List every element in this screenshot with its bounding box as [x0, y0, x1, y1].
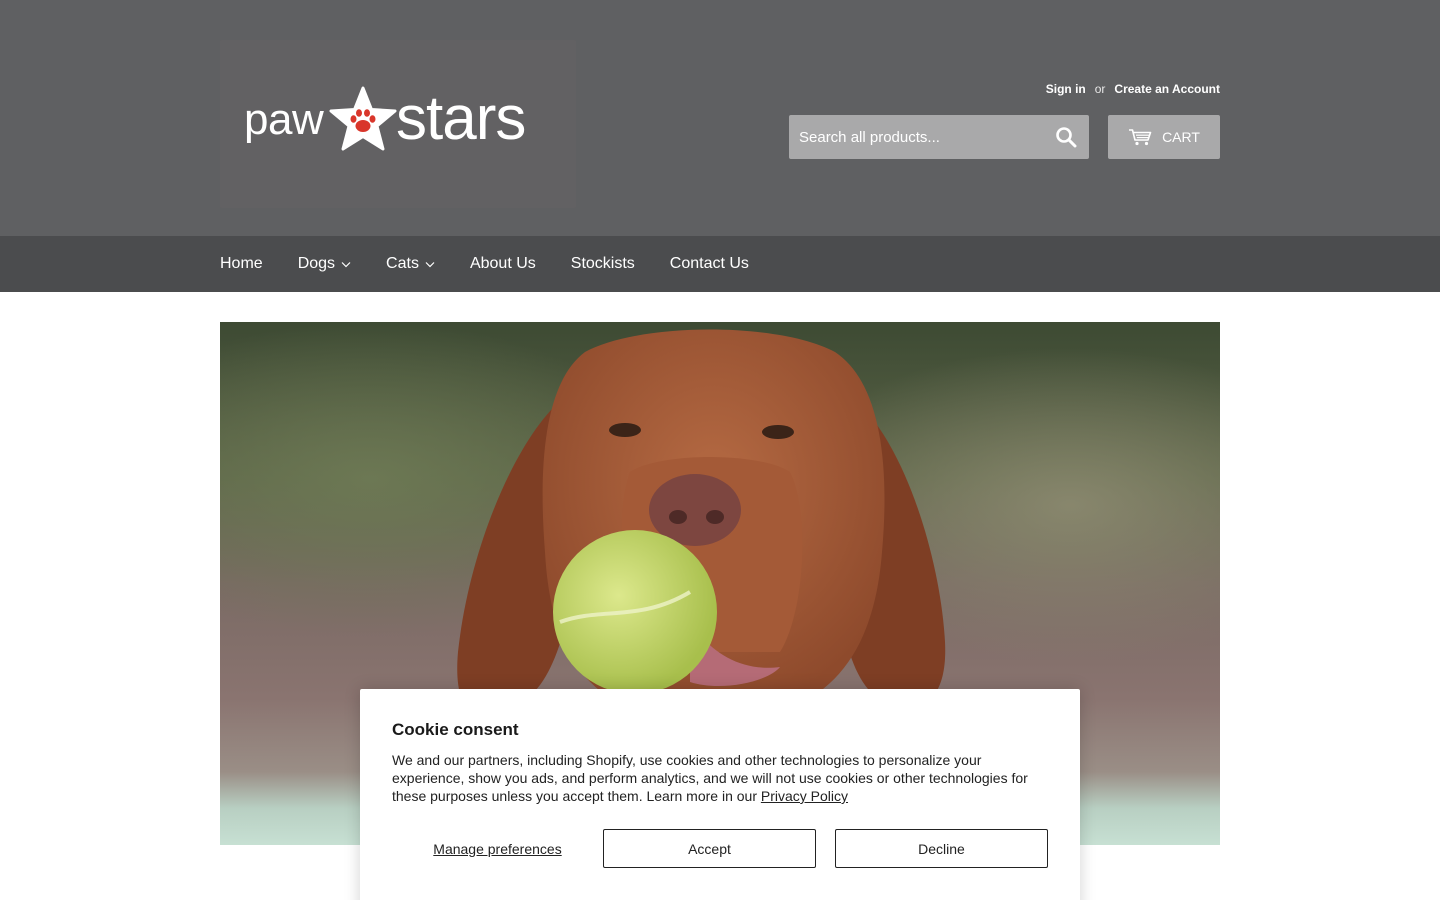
site-header: paw stars Sign in or Create an Account S…: [0, 0, 1440, 236]
logo-word-paw: paw: [244, 95, 324, 144]
logo-word-stars: stars: [396, 84, 526, 153]
privacy-policy-link[interactable]: Privacy Policy: [761, 788, 848, 804]
nav-item-label: Cats: [386, 255, 419, 272]
search-icon[interactable]: [1055, 126, 1077, 148]
nav-item-about-us[interactable]: About Us: [470, 255, 536, 273]
account-separator: or: [1094, 82, 1106, 96]
cart-icon: [1129, 129, 1152, 146]
manage-preferences-button[interactable]: Manage preferences: [392, 829, 603, 868]
main-nav: Home Dogs Cats About Us Stockists Contac…: [0, 236, 1440, 292]
star-paw-icon: [329, 86, 397, 151]
cookie-actions: Manage preferences Accept Decline: [392, 829, 1048, 868]
nav-item-stockists[interactable]: Stockists: [571, 255, 635, 273]
nav-list: Home Dogs Cats About Us Stockists Contac…: [220, 236, 784, 292]
cart-button[interactable]: CART: [1108, 115, 1220, 159]
nav-item-dogs[interactable]: Dogs: [298, 255, 351, 273]
nav-item-contact-us[interactable]: Contact Us: [670, 255, 749, 273]
create-account-link[interactable]: Create an Account: [1114, 82, 1220, 96]
cart-label: CART: [1162, 129, 1200, 145]
chevron-down-icon: [425, 261, 435, 267]
search-input[interactable]: [789, 115, 1039, 159]
cookie-consent-dialog: Cookie consent We and our partners, incl…: [360, 689, 1080, 900]
nav-item-cats[interactable]: Cats: [386, 255, 435, 273]
chevron-down-icon: [341, 261, 351, 267]
cookie-title: Cookie consent: [392, 720, 519, 739]
nav-item-label: Dogs: [297, 255, 336, 272]
search-form: [789, 115, 1089, 159]
logo-link[interactable]: paw stars: [220, 40, 576, 208]
nav-item-label: Home: [220, 255, 263, 272]
nav-item-label: About Us: [469, 255, 536, 272]
nav-item-label: Stockists: [570, 255, 635, 272]
sign-in-link[interactable]: Sign in: [1046, 82, 1086, 96]
nav-item-home[interactable]: Home: [220, 255, 263, 273]
cookie-body: We and our partners, including Shopify, …: [392, 751, 1042, 805]
decline-button[interactable]: Decline: [835, 829, 1048, 868]
cookie-body-text: We and our partners, including Shopify, …: [392, 752, 1028, 804]
account-links: Sign in or Create an Account: [1046, 82, 1220, 96]
logo: paw stars: [244, 86, 554, 156]
nav-item-label: Contact Us: [669, 255, 749, 272]
accept-button[interactable]: Accept: [603, 829, 816, 868]
